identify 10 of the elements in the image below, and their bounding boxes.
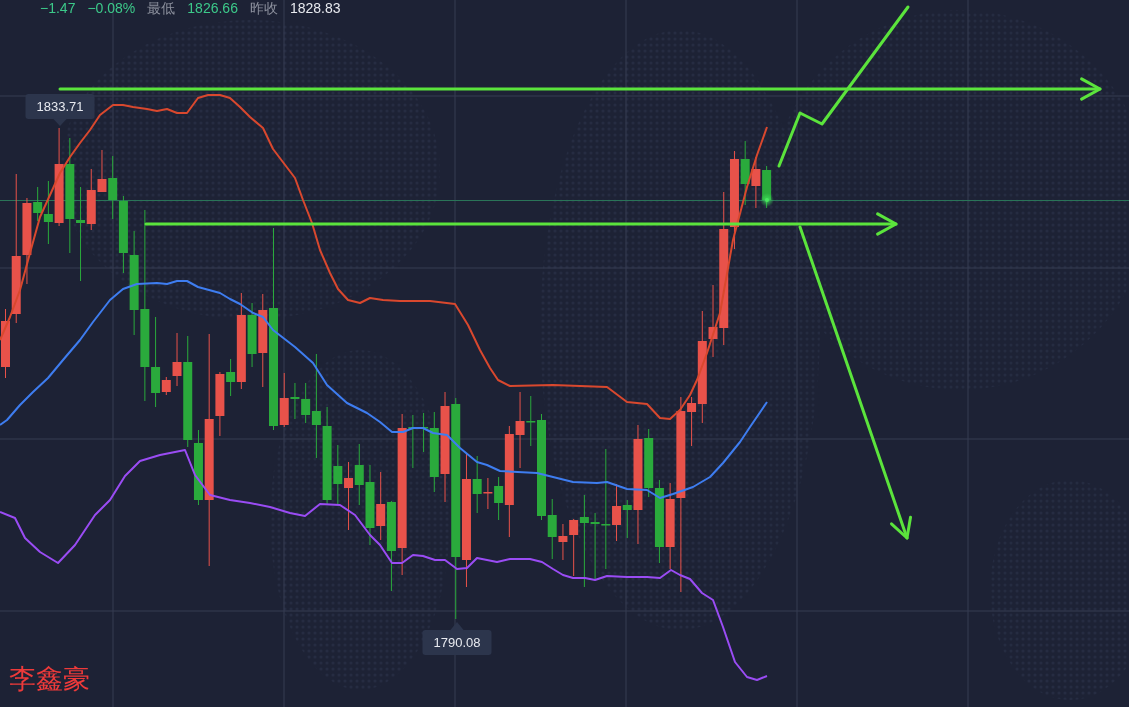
glow-dot-icon [760, 193, 774, 207]
prev-close-price: 1828.83 [289, 0, 341, 16]
author-name: 李鑫豪 [9, 662, 90, 696]
high-price-label: 1833.71 [25, 94, 95, 126]
low-label: 最低 [147, 0, 176, 16]
percent-change: −0.08% [87, 0, 136, 16]
low-price-label: 1790.08 [422, 622, 492, 655]
price-change: −1.47 [40, 0, 76, 16]
low-price: 1826.66 [187, 0, 238, 16]
prev-close-label: 昨收 [249, 0, 278, 16]
